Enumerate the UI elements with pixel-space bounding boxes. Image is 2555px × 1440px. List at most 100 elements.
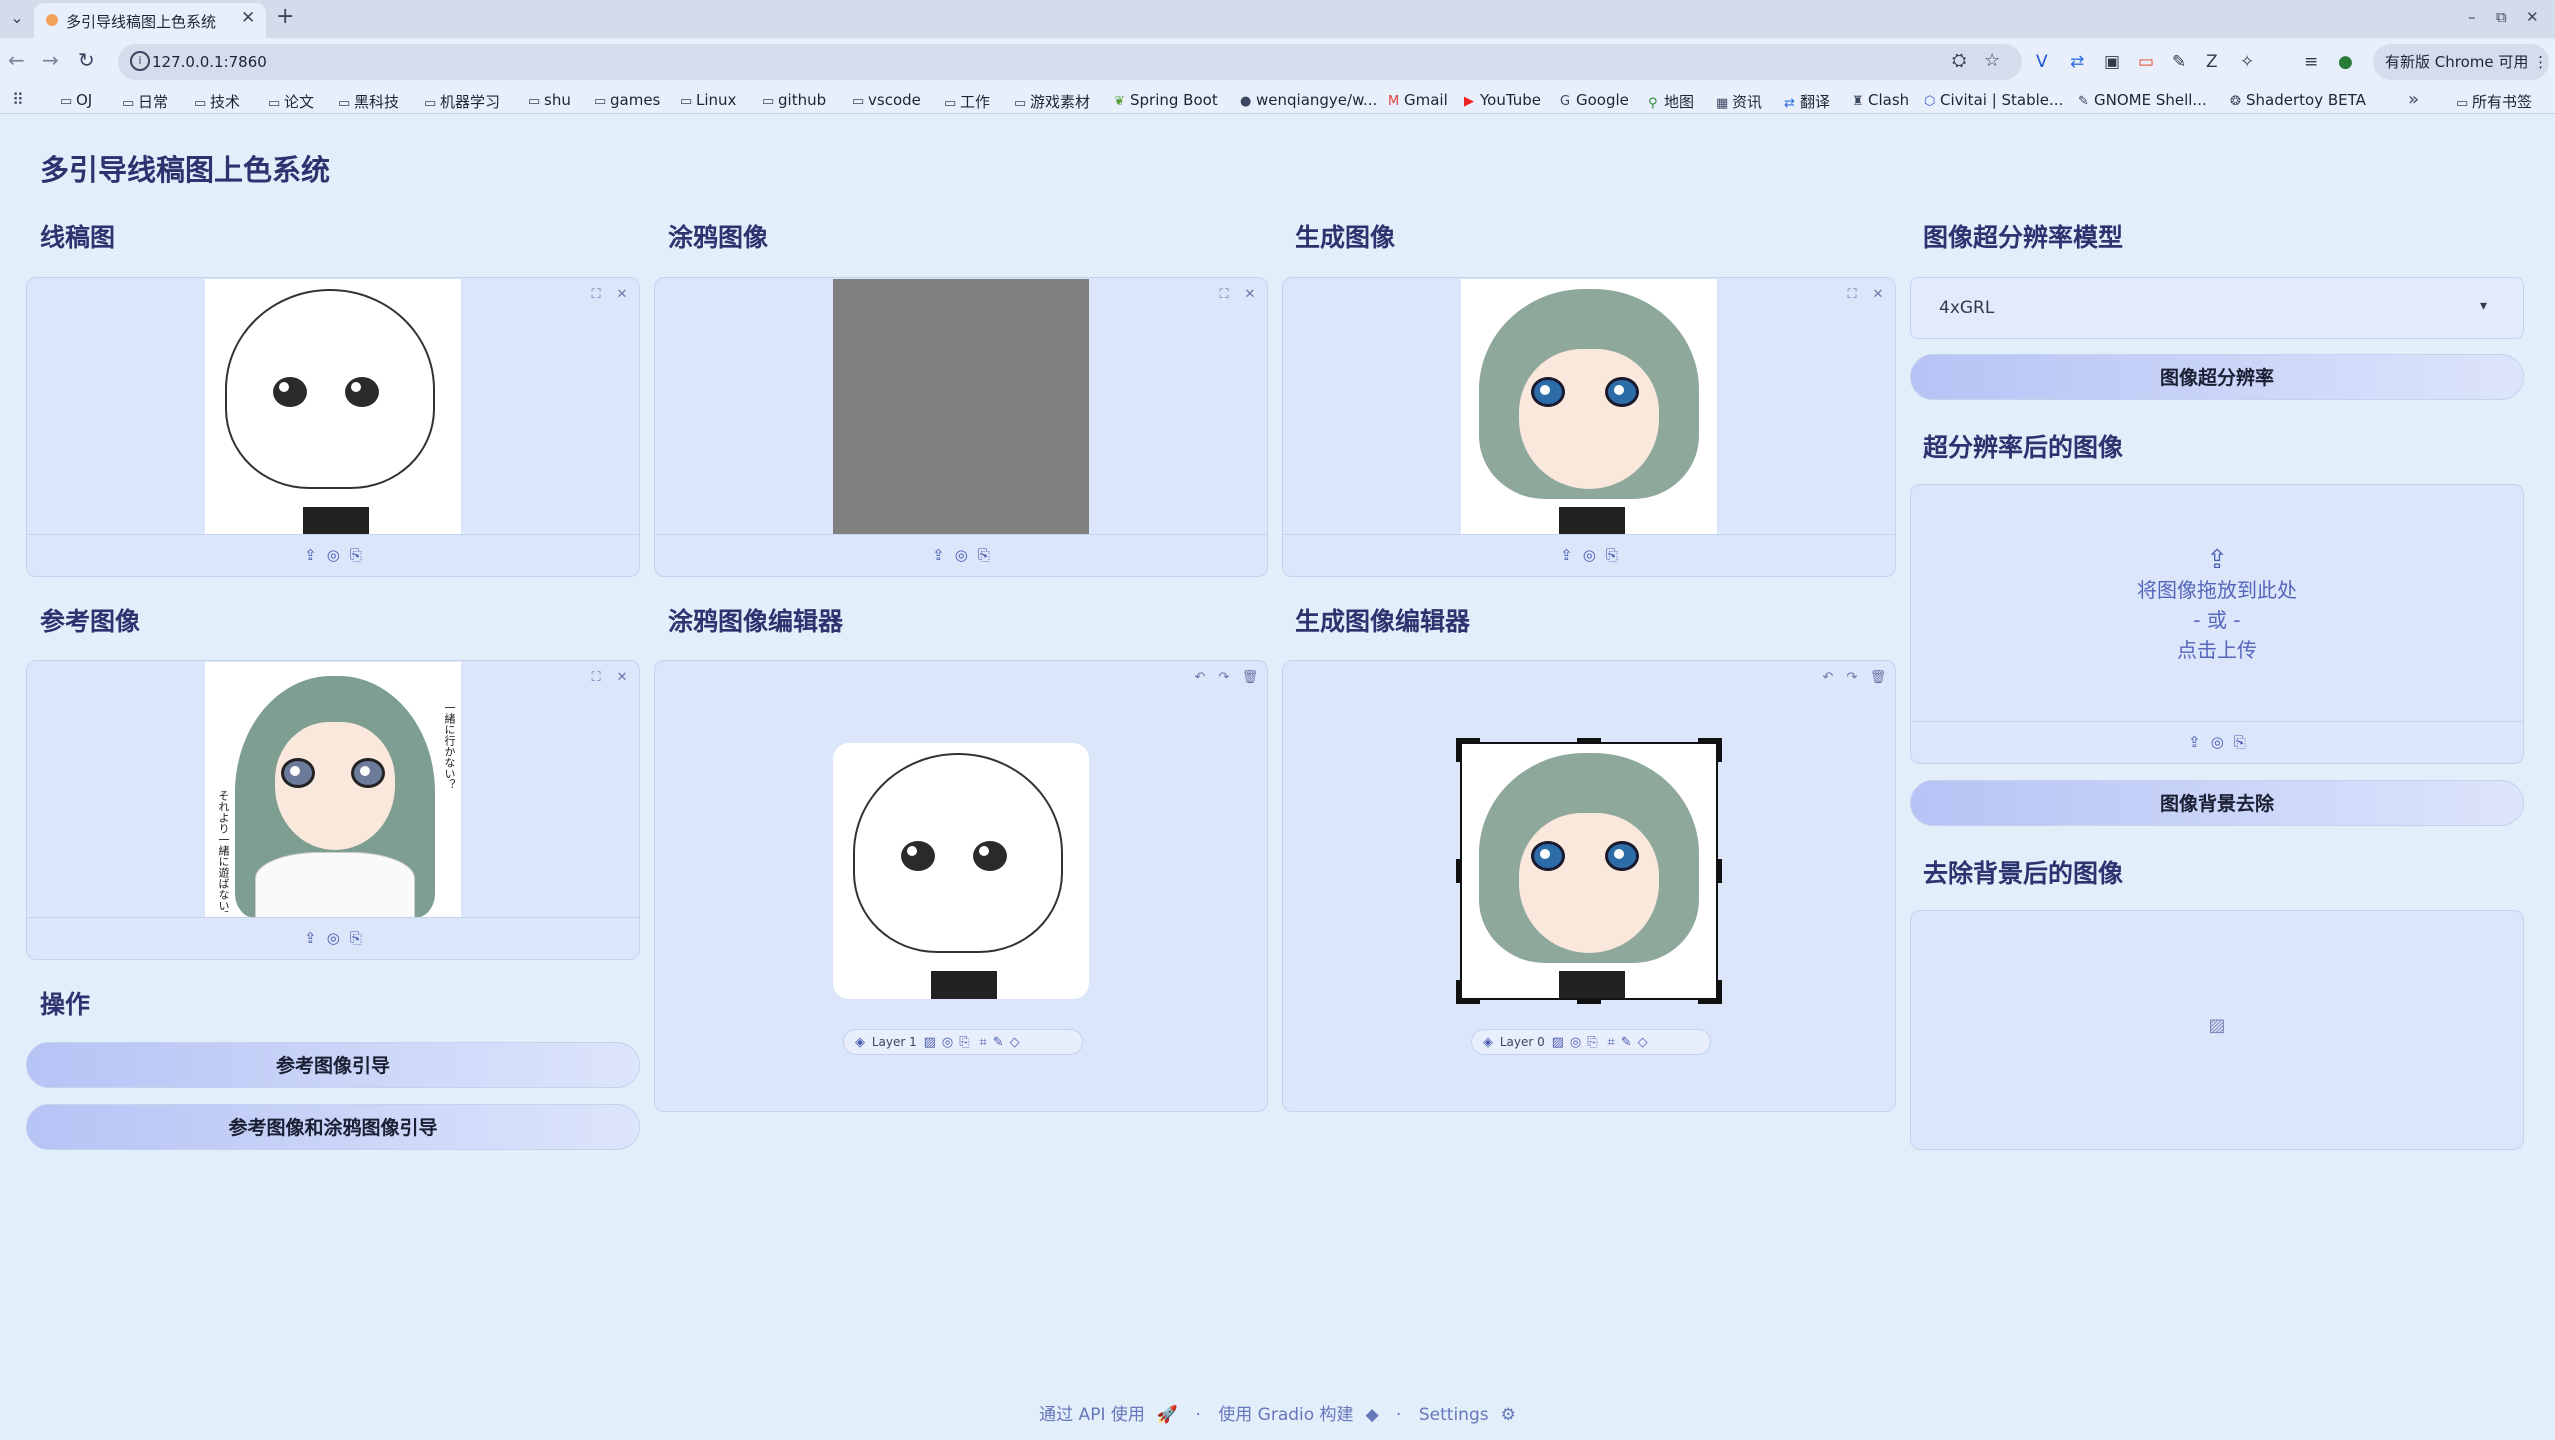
layers-icon[interactable]: ◈	[855, 1031, 865, 1055]
trash-icon[interactable]: 🗑	[1241, 669, 1259, 687]
image-icon[interactable]: ▨	[924, 1031, 936, 1055]
bookmark-folder-daily[interactable]: ▭ 日常	[122, 91, 168, 112]
upload-icon[interactable]: ⇪	[304, 546, 317, 564]
crop-icon[interactable]: ⌗	[979, 1031, 986, 1055]
tab-close-icon[interactable]: ✕	[241, 8, 255, 28]
translate-icon[interactable]: ⛭	[1952, 50, 1966, 71]
clipboard-icon[interactable]: ⎘	[1606, 546, 1618, 564]
reference-scribble-guide-button[interactable]: 参考图像和涂鸦图像引导	[26, 1104, 640, 1150]
bookmark-maps[interactable]: ⚲ 地图	[1648, 91, 1694, 112]
all-bookmarks-folder[interactable]: ▭ 所有书签	[2456, 91, 2532, 112]
webcam-icon[interactable]: ◎	[327, 546, 340, 564]
upload-icon[interactable]: ⇪	[932, 546, 945, 564]
clear-icon[interactable]: ✕	[1869, 286, 1887, 304]
scribble-image-area[interactable]	[655, 278, 1267, 535]
trash-icon[interactable]: 🗑	[1869, 669, 1887, 687]
fullscreen-icon[interactable]: ⛶	[587, 286, 605, 304]
sr-upload-dropzone[interactable]: ⇪ 将图像拖放到此处 - 或 - 点击上传	[1911, 545, 2523, 665]
crop-icon[interactable]: ⌗	[1607, 1031, 1614, 1055]
back-icon[interactable]: ←	[8, 48, 25, 72]
scribble-editor-canvas[interactable]	[833, 743, 1089, 999]
webcam-icon[interactable]: ◎	[1583, 546, 1596, 564]
extension-v-icon[interactable]: V	[2036, 52, 2048, 72]
crop-frame[interactable]	[1460, 742, 1718, 1000]
eraser-icon[interactable]: ◇	[1638, 1031, 1648, 1055]
sr-model-dropdown[interactable]: 4xGRL ▾	[1910, 277, 2524, 339]
bookmark-folder-github[interactable]: ▭ github	[762, 91, 826, 109]
bookmark-folder-ml[interactable]: ▭ 机器学习	[424, 91, 500, 112]
bookmark-folder-oj[interactable]: ▭ OJ	[60, 91, 92, 109]
gradio-link[interactable]: 使用 Gradio 构建	[1218, 1405, 1353, 1425]
redo-icon[interactable]: ↷	[1843, 669, 1861, 687]
redo-icon[interactable]: ↷	[1215, 669, 1233, 687]
clipboard-icon[interactable]: ⎘	[959, 1031, 969, 1055]
bookmark-spring-boot[interactable]: ❦ Spring Boot	[1114, 91, 1218, 109]
crop-handle-br-v[interactable]	[1717, 980, 1722, 1004]
crop-handle-tr-v[interactable]	[1717, 738, 1722, 762]
bookmark-github-repo[interactable]: ● wenqiangye/w...	[1240, 91, 1377, 109]
upload-icon[interactable]: ⇪	[2188, 733, 2201, 751]
super-resolution-button[interactable]: 图像超分辨率	[1910, 354, 2524, 400]
new-tab-icon[interactable]: +	[276, 4, 294, 29]
lineart-image-area[interactable]	[27, 278, 639, 535]
bookmarks-overflow-icon[interactable]: »	[2408, 89, 2419, 110]
bookmark-folder-games[interactable]: ▭ games	[594, 91, 660, 109]
undo-icon[interactable]: ↶	[1819, 669, 1837, 687]
bookmark-clash[interactable]: ♜ Clash	[1852, 91, 1909, 109]
minimize-icon[interactable]: –	[2468, 8, 2476, 26]
bookmark-folder-game-assets[interactable]: ▭ 游戏素材	[1014, 91, 1090, 112]
bookmark-translate[interactable]: ⇄ 翻译	[1784, 91, 1830, 112]
extension-red-icon[interactable]: ▭	[2138, 52, 2154, 72]
reference-guide-button[interactable]: 参考图像引导	[26, 1042, 640, 1088]
eraser-icon[interactable]: ◇	[1010, 1031, 1020, 1055]
bookmark-folder-vscode[interactable]: ▭ vscode	[852, 91, 921, 109]
crop-handle-top[interactable]	[1577, 738, 1601, 743]
remove-background-button[interactable]: 图像背景去除	[1910, 780, 2524, 826]
clear-icon[interactable]: ✕	[1241, 286, 1259, 304]
clipboard-icon[interactable]: ⎘	[1587, 1031, 1597, 1055]
bookmark-gnome-shell[interactable]: ✎ GNOME Shell...	[2078, 91, 2207, 109]
api-link[interactable]: 通过 API 使用	[1039, 1405, 1145, 1425]
bookmark-youtube[interactable]: ▶ YouTube	[1464, 91, 1541, 109]
layer-label[interactable]: Layer 0	[1500, 1035, 1545, 1049]
reference-image-area[interactable]: 一緒に行かない？ それより一緒に遊ばない？	[27, 661, 639, 918]
bookmark-civitai[interactable]: ⬡ Civitai | Stable...	[1924, 91, 2063, 109]
webcam-icon[interactable]: ◎	[327, 929, 340, 947]
bookmark-google[interactable]: G Google	[1560, 91, 1629, 109]
extensions-puzzle-icon[interactable]: ✧	[2240, 52, 2254, 72]
tab-search-icon[interactable]: ⌄	[4, 5, 30, 31]
bookmark-news[interactable]: ▦ 资讯	[1716, 91, 1762, 112]
browser-tab[interactable]: 多引导线稿图上色系统 ✕	[34, 3, 266, 38]
bookmark-folder-work[interactable]: ▭ 工作	[944, 91, 990, 112]
bookmark-gmail[interactable]: M Gmail	[1388, 91, 1448, 109]
bookmark-folder-papers[interactable]: ▭ 论文	[268, 91, 314, 112]
undo-icon[interactable]: ↶	[1191, 669, 1209, 687]
bookmark-shadertoy[interactable]: ❂ Shadertoy BETA	[2230, 91, 2366, 109]
crop-handle-right[interactable]	[1717, 859, 1722, 883]
layers-icon[interactable]: ◈	[1483, 1031, 1493, 1055]
fullscreen-icon[interactable]: ⛶	[1843, 286, 1861, 304]
webcam-icon[interactable]: ◎	[1570, 1031, 1581, 1055]
window-close-icon[interactable]: ✕	[2526, 8, 2539, 26]
generated-image-area[interactable]	[1283, 278, 1895, 535]
reading-list-icon[interactable]: ≡	[2304, 52, 2318, 72]
webcam-icon[interactable]: ◎	[2211, 733, 2224, 751]
clipboard-icon[interactable]: ⎘	[350, 929, 362, 947]
extension-z-icon[interactable]: Z	[2206, 52, 2218, 72]
clipboard-icon[interactable]: ⎘	[2234, 733, 2246, 751]
clipboard-icon[interactable]: ⎘	[978, 546, 990, 564]
reload-icon[interactable]: ↻	[78, 48, 95, 72]
forward-icon[interactable]: →	[42, 48, 59, 72]
crop-handle-left[interactable]	[1456, 859, 1461, 883]
chrome-update-button[interactable]: 有新版 Chrome 可用 ⋮	[2373, 44, 2549, 80]
upload-icon[interactable]: ⇪	[304, 929, 317, 947]
bookmark-folder-tech[interactable]: ▭ 技术	[194, 91, 240, 112]
fullscreen-icon[interactable]: ⛶	[587, 669, 605, 687]
site-info-icon[interactable]: i	[130, 51, 150, 71]
extension-translate-icon[interactable]: ⇄	[2070, 52, 2084, 72]
fullscreen-icon[interactable]: ⛶	[1215, 286, 1233, 304]
webcam-icon[interactable]: ◎	[955, 546, 968, 564]
clear-icon[interactable]: ✕	[613, 286, 631, 304]
restore-icon[interactable]: ⧉	[2496, 8, 2507, 26]
brush-icon[interactable]: ✎	[993, 1031, 1004, 1055]
